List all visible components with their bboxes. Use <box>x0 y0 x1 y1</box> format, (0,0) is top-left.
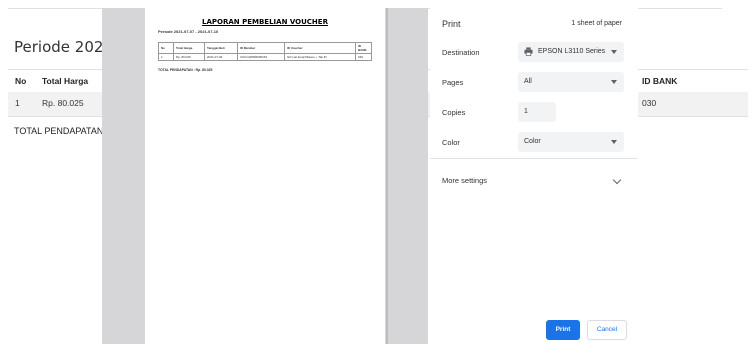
pages-value: All <box>524 78 532 85</box>
pages-select[interactable]: All <box>518 72 624 92</box>
report-table-header: No Total Harga Tanggal Beli ID Member ID… <box>158 42 372 54</box>
cell-no: 1 <box>15 98 20 108</box>
report-cell-member: USOct20884665251 <box>237 53 285 61</box>
copies-label: Copies <box>442 108 466 117</box>
header-no: No <box>15 76 27 86</box>
color-value: Color <box>524 138 541 145</box>
printer-icon <box>524 47 533 56</box>
cell-total-harga: Rp. 80.025 <box>42 98 84 108</box>
report-cell-total: Rp. 80.025 <box>173 53 205 61</box>
chevron-down-icon <box>611 80 617 84</box>
cancel-button[interactable]: Cancel <box>587 320 627 340</box>
header-total-harga: Total Harga <box>42 76 89 86</box>
report-table-row: 1 Rp. 80.025 2021-07-09 USOct20884665251… <box>158 53 372 61</box>
report-title: LAPORAN PEMBELIAN VOUCHER <box>202 18 328 26</box>
report-header-bank: ID BANK <box>355 42 372 54</box>
report-period: Periode 2021-07-07 - 2021-07-10 <box>158 29 219 34</box>
report-cell-voucher: GD Liat Email Basen + Tak ffz <box>284 53 356 61</box>
print-settings-panel: Print 1 sheet of paper Destination EPSON… <box>430 8 638 344</box>
destination-select[interactable]: EPSON L3110 Series <box>518 42 624 62</box>
report-total: TOTAL PENDAPATAN : Rp. 80.025 <box>158 68 213 72</box>
expand-chevron-icon[interactable] <box>612 175 622 185</box>
chevron-down-icon <box>611 140 617 144</box>
report-cell-no: 1 <box>158 53 174 61</box>
cell-id-bank: 030 <box>642 98 657 108</box>
chevron-down-icon <box>611 50 617 54</box>
total-pendapatan: TOTAL PENDAPATAN <box>14 126 104 136</box>
report-header-no: No <box>158 42 174 54</box>
header-id-bank: ID BANK <box>642 76 678 86</box>
copies-value: 1 <box>524 108 528 115</box>
color-select[interactable]: Color <box>518 132 624 152</box>
preview-scrollbar[interactable] <box>386 8 388 344</box>
sheet-count: 1 sheet of paper <box>571 20 622 27</box>
report-header-total: Total Harga <box>173 42 205 54</box>
report-cell-date: 2021-07-09 <box>204 53 238 61</box>
more-settings-toggle[interactable]: More settings <box>442 176 487 185</box>
pages-label: Pages <box>442 78 464 87</box>
report-header-date: Tanggal Beli <box>204 42 238 54</box>
report-header-member: ID Member <box>237 42 285 54</box>
print-dialog-title: Print <box>442 19 461 29</box>
color-label: Color <box>442 138 460 147</box>
report-header-voucher: ID Voucher <box>284 42 356 54</box>
report-cell-bank: 030 <box>355 53 372 61</box>
copies-input[interactable]: 1 <box>518 102 556 122</box>
report-table: No Total Harga Tanggal Beli ID Member ID… <box>158 42 372 61</box>
destination-value: EPSON L3110 Series <box>538 48 606 55</box>
print-button[interactable]: Print <box>546 320 580 340</box>
panel-divider <box>430 158 638 159</box>
destination-label: Destination <box>442 48 480 57</box>
preview-page: LAPORAN PEMBELIAN VOUCHER Periode 2021-0… <box>145 8 385 344</box>
